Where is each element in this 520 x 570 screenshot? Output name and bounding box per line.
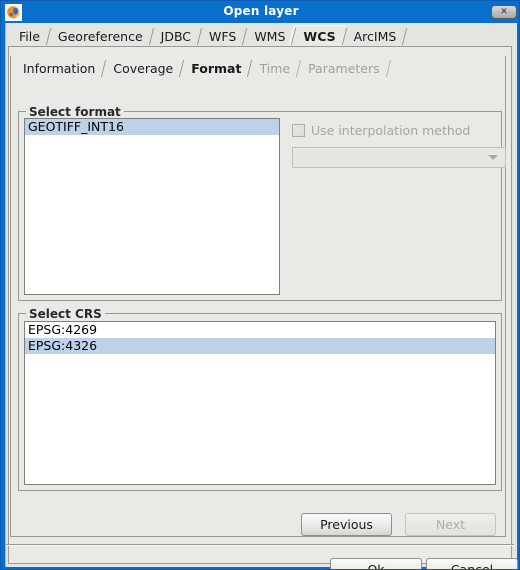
previous-button[interactable]: Previous — [301, 513, 392, 536]
format-listbox[interactable]: GEOTIFF_INT16 — [24, 118, 280, 295]
open-layer-dialog: Open layer ✕ File Georeference JDBC WFS … — [0, 0, 520, 570]
tab-parameters: Parameters — [299, 58, 389, 79]
close-icon[interactable]: ✕ — [491, 5, 517, 19]
dialog-content: File Georeference JDBC WFS WMS WCS ArcIM… — [6, 23, 518, 569]
use-interpolation-label: Use interpolation method — [311, 123, 471, 138]
interpolation-method-combobox — [292, 147, 506, 168]
primary-tabstrip: File Georeference JDBC WFS WMS WCS ArcIM… — [10, 25, 405, 47]
tab-wfs[interactable]: WFS — [200, 26, 245, 47]
tab-file[interactable]: File — [10, 26, 49, 47]
tab-wms[interactable]: WMS — [245, 26, 294, 47]
secondary-tabstrip: Information Coverage Format Time Paramet… — [14, 57, 389, 79]
ok-button[interactable]: Ok — [330, 558, 422, 569]
tab-arcims[interactable]: ArcIMS — [345, 26, 406, 47]
titlebar: Open layer ✕ — [1, 1, 519, 23]
list-item[interactable]: GEOTIFF_INT16 — [25, 119, 279, 135]
dialog-client-area: File Georeference JDBC WFS WMS WCS ArcIM… — [5, 23, 518, 569]
list-item[interactable]: EPSG:4269 — [25, 322, 495, 338]
select-crs-title: Select CRS — [26, 307, 105, 321]
next-button: Next — [405, 513, 496, 536]
crs-listbox[interactable]: EPSG:4269 EPSG:4326 — [24, 321, 496, 485]
checkbox-icon — [292, 124, 305, 137]
chevron-down-icon — [488, 155, 498, 160]
tab-wcs[interactable]: WCS — [294, 25, 345, 47]
bottom-divider-highlight — [6, 545, 514, 546]
tab-information[interactable]: Information — [14, 58, 104, 79]
window-title: Open layer — [223, 4, 299, 18]
use-interpolation-checkbox: Use interpolation method — [292, 123, 470, 138]
tab-format[interactable]: Format — [182, 57, 251, 79]
select-format-title: Select format — [26, 105, 124, 119]
list-item[interactable]: EPSG:4326 — [25, 338, 495, 354]
tab-coverage[interactable]: Coverage — [104, 58, 182, 79]
cancel-button[interactable]: Cancel — [426, 558, 518, 569]
tab-jdbc[interactable]: JDBC — [152, 26, 200, 47]
tab-georeference[interactable]: Georeference — [49, 26, 152, 47]
